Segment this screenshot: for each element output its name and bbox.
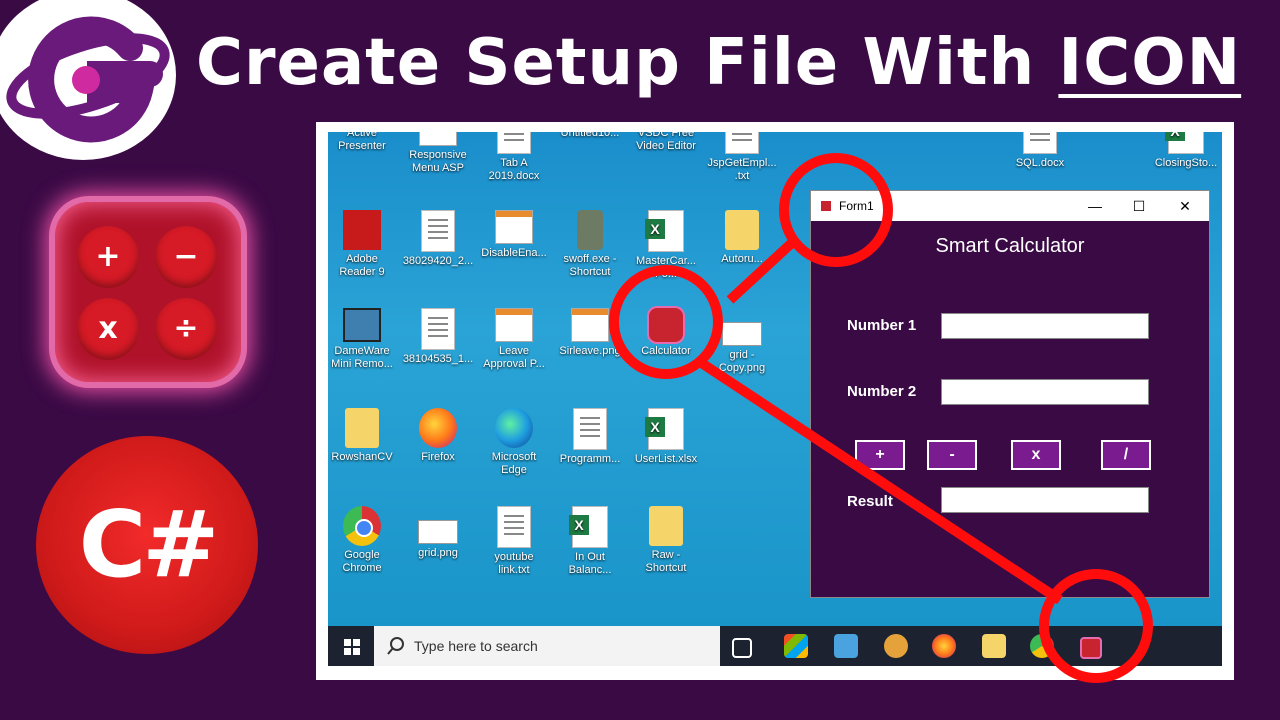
annotation-circle-form-icon [779, 153, 893, 267]
annotation-line-top [726, 236, 799, 304]
annotation-circle-taskbar-icon [1039, 569, 1153, 683]
annotation-circle-desktop-icon [609, 265, 723, 379]
annotation-overlay [609, 153, 1153, 683]
annotation-line-bottom [697, 357, 1063, 605]
